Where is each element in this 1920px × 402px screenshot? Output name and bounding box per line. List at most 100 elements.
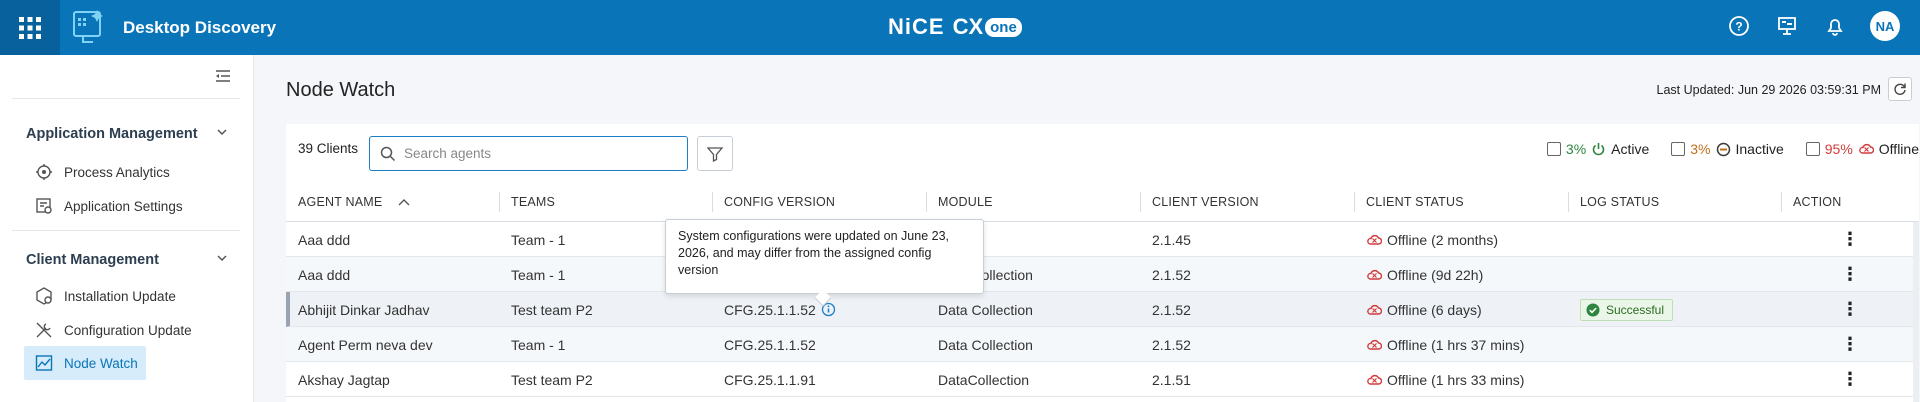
kebab-menu-icon[interactable]: ⋮ (1781, 327, 1919, 362)
column-log-status[interactable]: LOG STATUS (1568, 182, 1781, 222)
power-icon (1592, 142, 1605, 155)
kebab-menu-icon[interactable]: ⋮ (1781, 257, 1919, 292)
column-header-label: LOG STATUS (1580, 195, 1660, 209)
apps-grid-icon[interactable] (0, 0, 60, 55)
help-icon[interactable]: ? (1726, 13, 1752, 39)
config-info-tooltip: System configurations were updated on Ju… (665, 219, 984, 294)
sidebar-item-application-settings[interactable]: Application Settings (24, 189, 204, 223)
main-content: Node Watch Last Updated: Jun 29 2026 03:… (255, 55, 1920, 402)
column-header-label: MODULE (938, 195, 993, 209)
column-teams[interactable]: TEAMS (499, 182, 712, 222)
column-config-version[interactable]: CONFIG VERSION (712, 182, 926, 222)
inactive-checkbox[interactable] (1671, 142, 1686, 156)
legend-active[interactable]: 3% Active (1546, 141, 1650, 157)
client-version-cell: 2.1.51 (1152, 371, 1191, 388)
status-text: Offline (2 months) (1387, 231, 1499, 248)
team-cell: Test team P2 (511, 301, 593, 318)
sidebar-item-installation-update[interactable]: Installation Update (24, 279, 194, 313)
cloud-offline-icon (1367, 374, 1382, 385)
status-text: Offline (1 hrs 37 mins) (1387, 336, 1525, 353)
sort-ascending-icon[interactable] (398, 197, 410, 207)
top-bar: Desktop Discovery NiCE CX one ? NA (0, 0, 1920, 55)
config-version-text: CFG.25.1.1.52 (724, 301, 816, 318)
table-row[interactable]: Akshay Jagtap Test team P2 CFG.25.1.1.91… (286, 362, 1919, 397)
kebab-menu-icon[interactable]: ⋮ (1781, 292, 1919, 327)
agent-name-cell: Abhijit Dinkar Jadhav (298, 301, 430, 318)
presentation-icon[interactable] (1774, 13, 1800, 39)
client-version-cell: 2.1.52 (1152, 266, 1191, 283)
cloud-offline-icon (1367, 304, 1382, 315)
log-status-cell: Successful (1568, 292, 1674, 327)
sidebar-item-configuration-update[interactable]: Configuration Update (24, 313, 204, 347)
installation-update-icon (34, 286, 54, 306)
svg-text:?: ? (1735, 20, 1742, 34)
column-header-label: CLIENT STATUS (1366, 195, 1464, 209)
search-icon (380, 146, 396, 161)
cloud-offline-icon (1367, 269, 1382, 280)
column-module[interactable]: MODULE (926, 182, 1140, 222)
collapse-sidebar-icon[interactable] (215, 69, 233, 83)
agent-name-cell: Aaa ddd (298, 231, 351, 248)
column-agent-name[interactable]: AGENT NAME (286, 182, 499, 222)
agent-name-cell: Akshay Jagtap (298, 371, 390, 388)
config-version-cell: CFG.25.1.1.52 (724, 336, 816, 353)
process-analytics-icon (34, 162, 54, 182)
module-cell: DataCollection (938, 371, 1030, 388)
section-application-management[interactable]: Application Management (26, 126, 228, 142)
status-offline: Offline (1 hrs 37 mins) (1366, 337, 1524, 353)
kebab-menu-icon[interactable]: ⋮ (1781, 222, 1919, 257)
log-status-text: Successful (1606, 302, 1665, 317)
column-client-version[interactable]: CLIENT VERSION (1140, 182, 1354, 222)
brand-nice: NiCE (888, 14, 945, 39)
table-row[interactable]: Aaa ddd Team - 1 Data Collection 2.1.52 … (286, 257, 1919, 292)
column-header-label: AGENT NAME (298, 195, 383, 209)
avatar[interactable]: NA (1870, 11, 1900, 41)
agent-name-cell: Agent Perm neva dev (298, 336, 433, 353)
configuration-update-icon (34, 320, 54, 340)
sidebar-item-process-analytics[interactable]: Process Analytics (24, 155, 184, 189)
clients-panel: 39 Clients 3% Active 3% In (286, 124, 1919, 402)
refresh-button[interactable] (1888, 77, 1912, 101)
table-scrollbar[interactable] (1913, 222, 1919, 402)
refresh-icon (1894, 83, 1906, 95)
brand-cx: CX (952, 14, 984, 39)
status-legend: 3% Active 3% Inactive 95% Offline (1546, 141, 1919, 157)
active-label: Active (1611, 141, 1650, 157)
sidebar-item-label: Node Watch (64, 355, 138, 371)
inactive-label: Inactive (1735, 141, 1784, 157)
status-offline: Offline (9d 22h) (1366, 267, 1483, 283)
client-status-cell: Offline (9d 22h) (1354, 257, 1483, 292)
table-row[interactable]: Abhijit Dinkar Jadhav Test team P2 CFG.2… (286, 292, 1919, 327)
client-status-cell: Offline (2 months) (1354, 222, 1498, 257)
offline-percent: 95% (1824, 141, 1853, 157)
page-title: Node Watch (286, 79, 396, 101)
search-input[interactable] (404, 146, 674, 161)
chevron-down-icon[interactable] (216, 126, 228, 142)
offline-checkbox[interactable] (1805, 142, 1820, 156)
team-cell: Team - 1 (511, 231, 566, 248)
column-header-label: CONFIG VERSION (724, 195, 836, 209)
kebab-menu-icon[interactable]: ⋮ (1781, 362, 1919, 397)
team-cell: Team - 1 (511, 266, 566, 283)
sidebar-item-node-watch[interactable]: Node Watch (24, 346, 146, 380)
table-row[interactable]: Agent Perm neva dev Team - 1 CFG.25.1.1.… (286, 327, 1919, 362)
bell-icon[interactable] (1822, 13, 1848, 39)
chevron-down-icon[interactable] (216, 252, 228, 268)
column-action: ACTION (1781, 182, 1919, 222)
top-icons: ? NA (1726, 11, 1900, 41)
cloud-offline-icon (1367, 339, 1382, 350)
status-text: Offline (6 days) (1387, 301, 1482, 318)
table-row[interactable]: Aaa ddd Team - 1 2.1.45 Offline (2 month… (286, 222, 1919, 257)
client-version-cell: 2.1.45 (1152, 231, 1191, 248)
cloud-offline-icon (1367, 234, 1382, 245)
column-client-status[interactable]: CLIENT STATUS (1354, 182, 1568, 222)
section-title: Client Management (26, 252, 159, 268)
active-checkbox[interactable] (1546, 142, 1561, 156)
client-status-cell: Offline (6 days) (1354, 292, 1482, 327)
legend-offline[interactable]: 95% Offline (1805, 141, 1919, 157)
filter-button[interactable] (697, 136, 733, 171)
section-client-management[interactable]: Client Management (26, 252, 228, 268)
sidebar-item-label: Configuration Update (64, 322, 192, 338)
column-header-label: ACTION (1793, 195, 1842, 209)
legend-inactive[interactable]: 3% Inactive (1671, 141, 1784, 157)
